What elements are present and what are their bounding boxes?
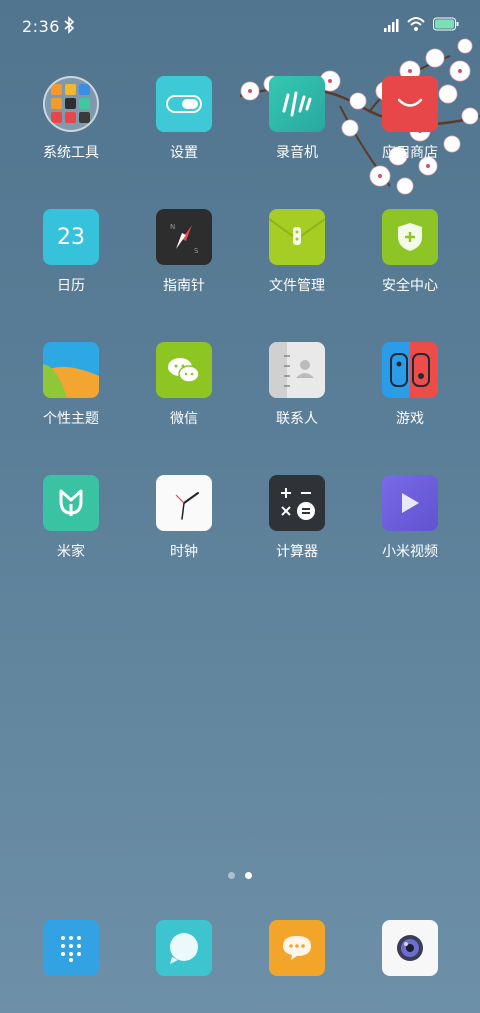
video-play-icon (382, 475, 438, 531)
app-label: 应用商店 (382, 145, 438, 161)
recorder-icon (269, 76, 325, 132)
wechat-icon (156, 342, 212, 398)
svg-text:N: N (170, 223, 175, 231)
camera-icon[interactable] (382, 920, 438, 976)
calendar-icon: 23 (43, 209, 99, 265)
app-label: 联系人 (276, 411, 318, 427)
app-label: 时钟 (170, 544, 198, 560)
mijia-icon (43, 475, 99, 531)
app-compass[interactable]: N S 指南针 (129, 209, 239, 309)
battery-icon (433, 17, 459, 31)
dialer-icon[interactable] (43, 920, 99, 976)
wifi-icon (407, 17, 425, 31)
chat-bubble-icon[interactable] (269, 920, 325, 976)
app-mijia[interactable]: 米家 (16, 475, 126, 575)
app-label: 微信 (170, 411, 198, 427)
app-recorder[interactable]: 录音机 (242, 76, 352, 176)
app-store[interactable]: 应用商店 (355, 76, 465, 176)
app-label: 计算器 (276, 544, 318, 560)
messaging-icon[interactable] (156, 920, 212, 976)
games-icon (382, 342, 438, 398)
app-label: 录音机 (276, 145, 318, 161)
compass-icon: N S (156, 209, 212, 265)
page-indicator-dot[interactable] (228, 872, 235, 879)
tools-folder-icon (43, 76, 99, 132)
app-calculator[interactable]: 计算器 (242, 475, 352, 575)
contacts-icon (269, 342, 325, 398)
svg-text:S: S (194, 247, 199, 255)
app-clock[interactable]: 时钟 (129, 475, 239, 575)
status-bar: 2:36 (0, 0, 480, 52)
app-calendar[interactable]: 23 日历 (16, 209, 126, 309)
signal-icon (384, 19, 399, 32)
app-games[interactable]: 游戏 (355, 342, 465, 442)
app-label: 设置 (170, 145, 198, 161)
app-contacts[interactable]: 联系人 (242, 342, 352, 442)
app-label: 个性主题 (43, 411, 99, 427)
app-mi-video[interactable]: 小米视频 (355, 475, 465, 575)
clock-icon (156, 475, 212, 531)
app-label: 指南针 (163, 278, 205, 294)
settings-toggle-icon (156, 76, 212, 132)
app-themes[interactable]: 个性主题 (16, 342, 126, 442)
app-settings[interactable]: 设置 (129, 76, 239, 176)
app-label: 游戏 (396, 411, 424, 427)
calendar-day: 23 (57, 224, 85, 250)
bluetooth-icon (64, 16, 75, 34)
app-label: 日历 (57, 278, 85, 294)
app-label: 米家 (57, 544, 85, 560)
status-time: 2:36 (22, 17, 60, 36)
file-manager-icon (269, 209, 325, 265)
security-shield-icon (382, 209, 438, 265)
app-store-icon (382, 76, 438, 132)
app-security[interactable]: 安全中心 (355, 209, 465, 309)
calculator-icon (269, 475, 325, 531)
app-label: 安全中心 (382, 278, 438, 294)
app-system-tools[interactable]: 系统工具 (16, 76, 126, 176)
app-file-manager[interactable]: 文件管理 (242, 209, 352, 309)
app-label: 小米视频 (382, 544, 438, 560)
themes-icon (43, 342, 99, 398)
app-wechat[interactable]: 微信 (129, 342, 239, 442)
page-indicator-dot-active[interactable] (245, 872, 252, 879)
app-label: 文件管理 (269, 278, 325, 294)
app-label: 系统工具 (43, 145, 99, 161)
